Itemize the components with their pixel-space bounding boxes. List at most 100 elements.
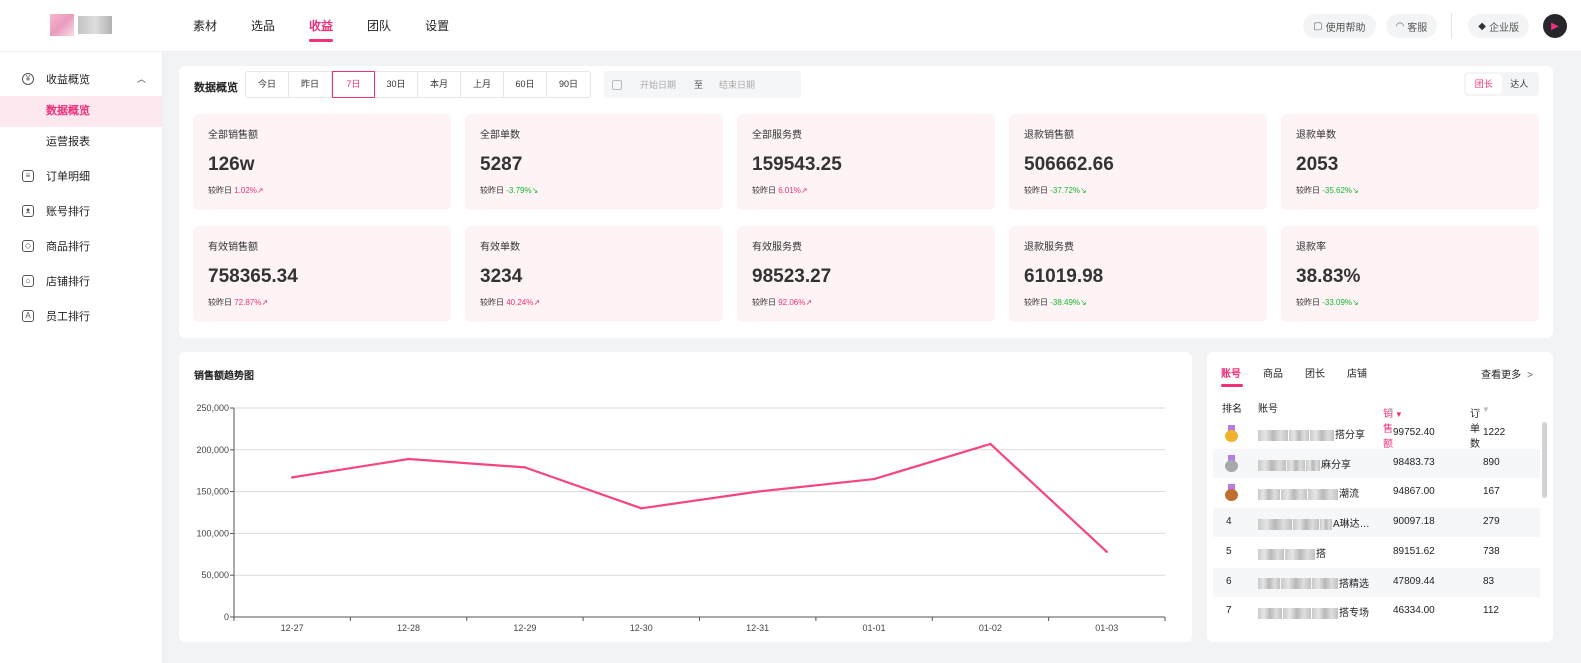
end-date-input[interactable]: 结束日期: [719, 78, 755, 91]
metric-label: 有效销售额: [208, 242, 258, 253]
x-tick-label: 01-01: [863, 623, 886, 633]
sales-value: 47809.44: [1393, 575, 1435, 587]
metric-comparison: 较昨日 1.02%↗: [208, 185, 264, 196]
play-icon: ▶: [1551, 20, 1559, 32]
table-row[interactable]: 麻分享 98483.73 890: [1213, 448, 1540, 478]
sidebar-item-order-details[interactable]: ≡ 订单明细: [0, 158, 162, 193]
metric-value: 5287: [480, 154, 523, 175]
table-row[interactable]: 6 搭精选 47809.44 83: [1213, 567, 1540, 597]
sidebar-item-operation-report[interactable]: 运营报表: [0, 127, 162, 158]
chevron-right-icon: >: [1527, 370, 1533, 381]
nav-item-settings[interactable]: 设置: [425, 0, 449, 52]
compare-label: 较昨日: [208, 298, 232, 307]
x-tick-label: 01-03: [1095, 623, 1118, 633]
date-range-picker[interactable]: 开始日期 至 结束日期: [604, 71, 801, 98]
tab-7-days[interactable]: 7日: [332, 71, 375, 98]
header-rank: 排名: [1222, 404, 1242, 415]
metric-label: 全部服务费: [752, 130, 802, 141]
sidebar-item-product-ranking[interactable]: ◇ 商品排行: [0, 228, 162, 263]
y-tick-label: 200,000: [196, 445, 229, 455]
tab-30-days[interactable]: 30日: [375, 72, 418, 97]
sidebar-item-label: 账号排行: [46, 205, 90, 218]
orders-value: 890: [1483, 456, 1500, 468]
compare-label: 较昨日: [480, 186, 504, 195]
sidebar-group-label: 收益概览: [46, 73, 90, 86]
tab-60-days[interactable]: 60日: [504, 72, 547, 97]
sidebar-item-label: 订单明细: [46, 170, 90, 183]
sidebar-item-data-overview[interactable]: 数据概览: [0, 96, 162, 127]
enterprise-edition-button[interactable]: ◆ 企业版: [1468, 14, 1529, 38]
nav-item-earnings[interactable]: 收益: [309, 0, 334, 52]
account-name-visible: 搭: [1316, 548, 1326, 560]
top-bar: 素材 选品 收益 团队 设置 ▢ 使用帮助 ◠ 客服 ◆ 企业版 ▶: [0, 0, 1581, 52]
data-point: [407, 457, 410, 461]
sidebar-group-earnings-overview[interactable]: ¥ 收益概览 ︿: [0, 61, 162, 96]
tab-90-days[interactable]: 90日: [547, 72, 590, 97]
role-talent-button[interactable]: 达人: [1502, 74, 1538, 94]
y-tick-label: 0: [224, 612, 229, 622]
table-row[interactable]: 潮流 94867.00 167: [1213, 478, 1540, 507]
metric-comparison: 较昨日 72.87%↗: [208, 297, 268, 308]
sales-value: 46334.00: [1393, 605, 1435, 617]
metric-comparison: 较昨日 -37.72%↘: [1024, 185, 1087, 196]
sales-trend-chart: 0 50,000 100,000 150,000 200,000 250,000 12-27…: [196, 403, 1166, 633]
data-point: [523, 466, 527, 469]
help-button[interactable]: ▢ 使用帮助: [1303, 14, 1376, 38]
brand-logo[interactable]: [50, 14, 114, 36]
data-point: [290, 476, 294, 479]
account-name-visible: 搭分享: [1335, 430, 1365, 441]
tab-product[interactable]: 商品: [1263, 365, 1283, 387]
metric-comparison: 较昨日 6.01%↗: [752, 185, 808, 196]
metric-change: 92.06%↗: [778, 298, 813, 307]
ranking-tabs: 账号 商品 团长 店铺: [1221, 365, 1389, 387]
view-more-link[interactable]: 查看更多 >: [1481, 366, 1533, 381]
nav-item-team[interactable]: 团队: [367, 0, 391, 52]
customer-service-button[interactable]: ◠ 客服: [1385, 14, 1438, 38]
date-range-separator: 至: [694, 80, 704, 90]
table-row[interactable]: 5 搭 89151.62 738: [1213, 538, 1540, 567]
rank-number: 7: [1226, 605, 1232, 617]
table-row[interactable]: 4 A琳达… 90097.18 279: [1213, 508, 1540, 538]
metric-card: 全部销售额 126w 较昨日 1.02%↗: [193, 114, 451, 210]
sidebar-item-staff-ranking[interactable]: A 员工排行: [0, 298, 162, 333]
ranking-panel: 账号 商品 团长 店铺 查看更多 > 排名 账号 销售额 ▲ ▼ 订单数 ▲▼ 搭分享 9…: [1207, 352, 1553, 642]
role-leader-button[interactable]: 团长: [1466, 74, 1502, 94]
x-tick-label: 12-29: [513, 623, 536, 633]
tab-account[interactable]: 账号: [1221, 365, 1243, 387]
account-name: 潮流: [1258, 485, 1359, 500]
chevron-up-icon: ︿: [136, 74, 146, 84]
tab-this-month[interactable]: 本月: [418, 72, 461, 97]
gold-medal-icon: [1225, 425, 1238, 442]
x-tick-label: 01-02: [979, 623, 1002, 633]
tab-last-month[interactable]: 上月: [461, 72, 504, 97]
metric-label: 退款销售额: [1024, 130, 1074, 141]
tab-today[interactable]: 今日: [246, 72, 289, 97]
tab-store[interactable]: 店铺: [1347, 365, 1367, 387]
metric-card: 退款销售额 506662.66 较昨日 -37.72%↘: [1009, 114, 1267, 210]
top-nav: 素材 选品 收益 团队 设置: [193, 0, 483, 52]
metric-card: 有效单数 3234 较昨日 40.24%↗: [465, 226, 723, 322]
nav-item-material[interactable]: 素材: [193, 0, 217, 52]
user-avatar[interactable]: ▶: [1543, 14, 1567, 38]
orders-value: 1222: [1483, 427, 1506, 438]
sidebar: ¥ 收益概览 ︿ 数据概览 运营报表 ≡ 订单明细 ᴥ 账号排行 ◇ 商品排行 …: [0, 52, 163, 663]
metric-label: 退款率: [1296, 242, 1326, 253]
account-name-visible: A琳达…: [1333, 519, 1370, 531]
table-row[interactable]: 7 搭专场 46334.00 112: [1213, 597, 1540, 626]
start-date-input[interactable]: 开始日期: [640, 78, 676, 91]
divider: [1451, 13, 1453, 39]
service-label: 客服: [1407, 22, 1428, 34]
tab-leader[interactable]: 团长: [1305, 365, 1325, 387]
users-icon: ᴥ: [22, 204, 34, 217]
metric-value: 159543.25: [752, 154, 842, 175]
nav-item-selection[interactable]: 选品: [251, 0, 275, 52]
ranking-scrollbar[interactable]: [1542, 422, 1547, 498]
sidebar-item-store-ranking[interactable]: ⌂ 店铺排行: [0, 263, 162, 298]
tab-yesterday[interactable]: 昨日: [289, 72, 332, 97]
sidebar-item-account-ranking[interactable]: ᴥ 账号排行: [0, 193, 162, 228]
data-point: [872, 477, 876, 481]
table-row[interactable]: 搭分享 99752.40 1222: [1213, 419, 1540, 448]
overview-title: 数据概览: [194, 82, 238, 94]
sales-value: 94867.00: [1393, 486, 1435, 498]
metric-comparison: 较昨日 -38.49%↘: [1024, 297, 1087, 308]
